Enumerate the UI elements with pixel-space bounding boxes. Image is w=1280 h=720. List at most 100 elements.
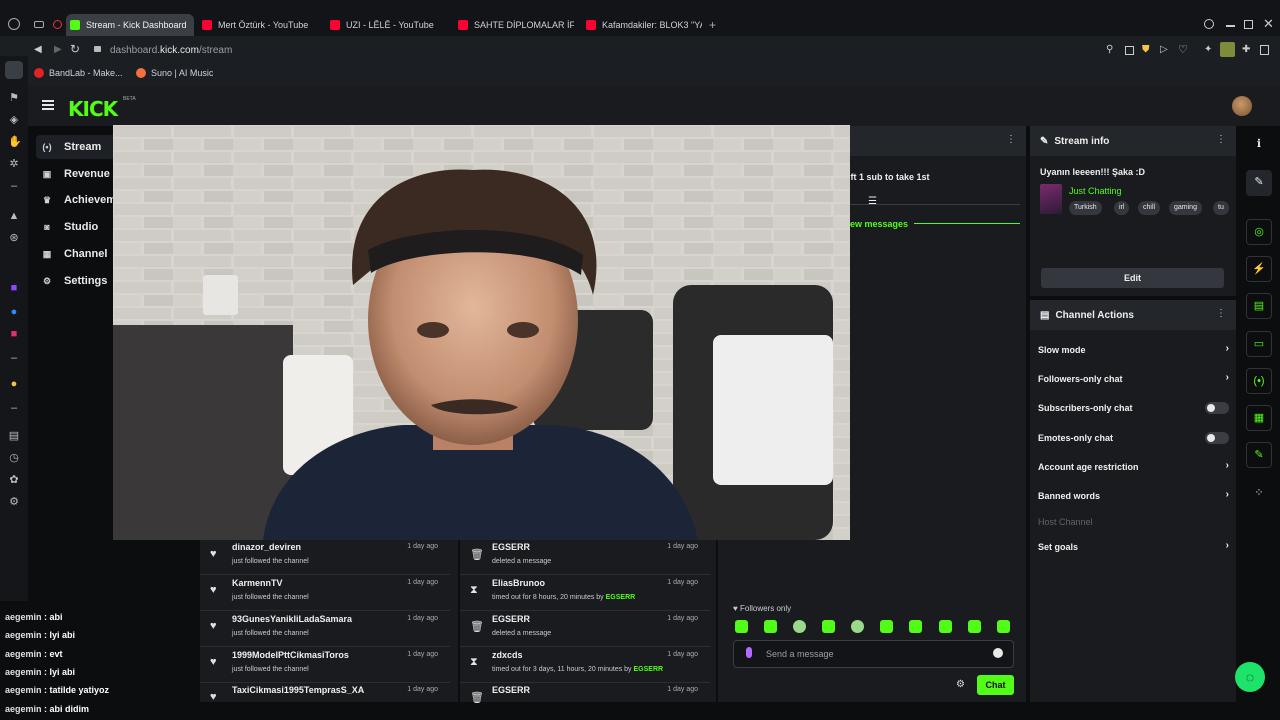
arrow-icon[interactable]: ▲ — [8, 210, 20, 222]
help-chat-icon[interactable]: ◌ — [1235, 662, 1265, 692]
emote-5-icon[interactable] — [851, 620, 864, 633]
chat-send-button[interactable]: Chat — [977, 675, 1014, 695]
url-field[interactable]: dashboard.kick.com/stream — [110, 45, 232, 56]
compass-icon[interactable]: ◈ — [8, 114, 20, 126]
chat-bubble-icon[interactable]: ▭ — [1246, 331, 1272, 357]
mod-log-username[interactable]: EGSERR — [492, 542, 530, 552]
document-icon[interactable]: ▤ — [1246, 293, 1272, 319]
feed-username[interactable]: KarmennTV — [232, 578, 283, 588]
tag[interactable]: chill — [1138, 201, 1161, 215]
stream-video-preview[interactable] — [113, 125, 850, 540]
emoji-picker-icon[interactable] — [993, 648, 1003, 658]
tag[interactable]: gaming — [1169, 201, 1202, 215]
search-icon[interactable] — [1204, 19, 1214, 29]
tab-youtube-1[interactable]: Mert Öztürk - YouTube — [198, 14, 318, 36]
tab-youtube-3[interactable]: SAHTE DİPLOMALAR İFŞ — [454, 14, 574, 36]
bookmark-bandlab[interactable]: BandLab - Make... — [34, 68, 123, 78]
feed-username[interactable]: 1999ModelPttCikmasiToros — [232, 650, 349, 660]
new-messages-link[interactable]: ew messages — [850, 219, 908, 229]
messenger-icon[interactable]: ● — [8, 306, 20, 318]
category-link[interactable]: Just Chatting — [1069, 186, 1122, 196]
reload-icon[interactable]: ↻ — [70, 42, 80, 56]
emote-1-icon[interactable] — [735, 620, 748, 633]
profile-extension-icon[interactable] — [1220, 42, 1235, 57]
mod-log-moderator[interactable]: EGSERR — [606, 594, 636, 601]
cat-icon[interactable]: ✿ — [8, 474, 20, 486]
chat-settings-icon[interactable]: ⚙ — [956, 679, 965, 690]
avatar[interactable] — [1232, 96, 1252, 116]
info-icon[interactable]: ℹ — [1246, 132, 1272, 158]
emote-3-icon[interactable] — [793, 620, 806, 633]
mod-log-username[interactable]: EliasBrunoo — [492, 578, 545, 588]
emote-9-icon[interactable] — [968, 620, 981, 633]
kebab-menu-icon[interactable]: ⋮ — [1216, 308, 1226, 319]
kebab-menu-icon[interactable]: ⋮ — [1006, 134, 1016, 145]
new-tab-icon[interactable]: + — [709, 18, 716, 32]
tab-kick-dashboard[interactable]: Stream - Kick Dashboard — [66, 14, 194, 36]
emote-6-icon[interactable] — [880, 620, 893, 633]
pin-icon[interactable]: ⚲ — [1106, 44, 1113, 55]
mod-log-username[interactable]: zdxcds — [492, 650, 523, 660]
mod-log-username[interactable]: EGSERR — [492, 614, 530, 624]
emote-8-icon[interactable] — [939, 620, 952, 633]
kebab-menu-icon[interactable]: ⋮ — [1216, 134, 1226, 145]
emote-4-icon[interactable] — [822, 620, 835, 633]
subscribers-only-toggle[interactable] — [1205, 402, 1229, 414]
close-icon[interactable]: ✕ — [1263, 16, 1274, 32]
layout-icon[interactable]: ▦ — [1246, 405, 1272, 431]
forward-icon[interactable]: ▶ — [54, 44, 62, 55]
puzzle-icon[interactable]: ✚ — [1242, 44, 1250, 55]
hand-icon[interactable]: ✋ — [8, 136, 22, 148]
emote-10-icon[interactable] — [997, 620, 1010, 633]
more-icon[interactable]: ⁘ — [1246, 481, 1272, 507]
shield-icon[interactable]: ⛊ — [1142, 44, 1150, 55]
tag[interactable]: tu — [1213, 201, 1229, 215]
tab-youtube-4[interactable]: Kafamdakiler: BLOK3 "YA — [582, 14, 702, 36]
emotes-only-toggle[interactable] — [1205, 432, 1229, 444]
feed-username[interactable]: dinazor_deviren — [232, 542, 301, 552]
recording-icon[interactable] — [53, 20, 62, 29]
home-icon[interactable] — [5, 61, 23, 79]
emote-2-icon[interactable] — [764, 620, 777, 633]
play-icon[interactable]: ▷ — [1160, 44, 1168, 55]
mod-log-username[interactable]: EGSERR — [492, 685, 530, 695]
emote-7-icon[interactable] — [909, 620, 922, 633]
settings-icon[interactable]: ⚙ — [8, 496, 20, 508]
instagram-icon[interactable]: ■ — [8, 328, 20, 340]
bookmark-suno[interactable]: Suno | AI Music — [136, 68, 213, 78]
mod-log-moderator[interactable]: EGSERR — [634, 666, 664, 673]
edit-pencil-icon[interactable]: ✎ — [1246, 170, 1272, 196]
tab-youtube-2[interactable]: UZI - LÊLÊ - YouTube — [326, 14, 446, 36]
workspaces-icon[interactable] — [34, 21, 44, 28]
kick-logo[interactable]: KICK — [68, 97, 118, 121]
browser-menu-icon[interactable] — [8, 18, 20, 30]
sidebar-toggle-icon[interactable] — [1260, 45, 1269, 55]
account-age-row[interactable]: Account age restriction › — [1030, 457, 1235, 477]
slow-mode-row[interactable]: Slow mode › — [1030, 340, 1235, 360]
edit-button[interactable]: Edit — [1041, 268, 1224, 288]
chat-input[interactable]: Send a message — [733, 640, 1014, 668]
feed-username[interactable]: 93GunesYanikliLadaSamara — [232, 614, 352, 624]
heart-icon[interactable]: ♡ — [1178, 43, 1188, 56]
filter-icon[interactable]: ☰ — [868, 196, 877, 207]
openai-icon[interactable]: ⊛ — [8, 232, 20, 244]
extension-icon[interactable]: ✦ — [1204, 44, 1212, 55]
tag[interactable]: Turkish — [1069, 201, 1102, 215]
flower-icon[interactable]: ✲ — [8, 158, 20, 170]
tag[interactable]: irl — [1114, 201, 1130, 215]
emoji-icon[interactable]: ● — [8, 378, 20, 390]
microphone-icon[interactable] — [746, 647, 752, 658]
broadcast-icon[interactable]: (•) — [1246, 368, 1272, 394]
wrench-icon[interactable]: ✎ — [1246, 442, 1272, 468]
hamburger-menu-icon[interactable] — [42, 100, 54, 110]
followers-only-row[interactable]: Followers-only chat › — [1030, 369, 1235, 389]
banned-words-row[interactable]: Banned words › — [1030, 486, 1235, 506]
feed-username[interactable]: TaxiCikmasi1995TemprasS_XA — [232, 685, 364, 695]
minimize-icon[interactable] — [1226, 25, 1235, 27]
bolt-icon[interactable]: ⚡ — [1246, 256, 1272, 282]
twitch-icon[interactable]: ■ — [8, 282, 20, 294]
history-icon[interactable]: ◷ — [8, 452, 20, 464]
app-icon[interactable]: ⚑ — [8, 92, 20, 104]
camera-icon[interactable]: ◎ — [1246, 219, 1272, 245]
set-goals-row[interactable]: Set goals › — [1030, 537, 1235, 557]
